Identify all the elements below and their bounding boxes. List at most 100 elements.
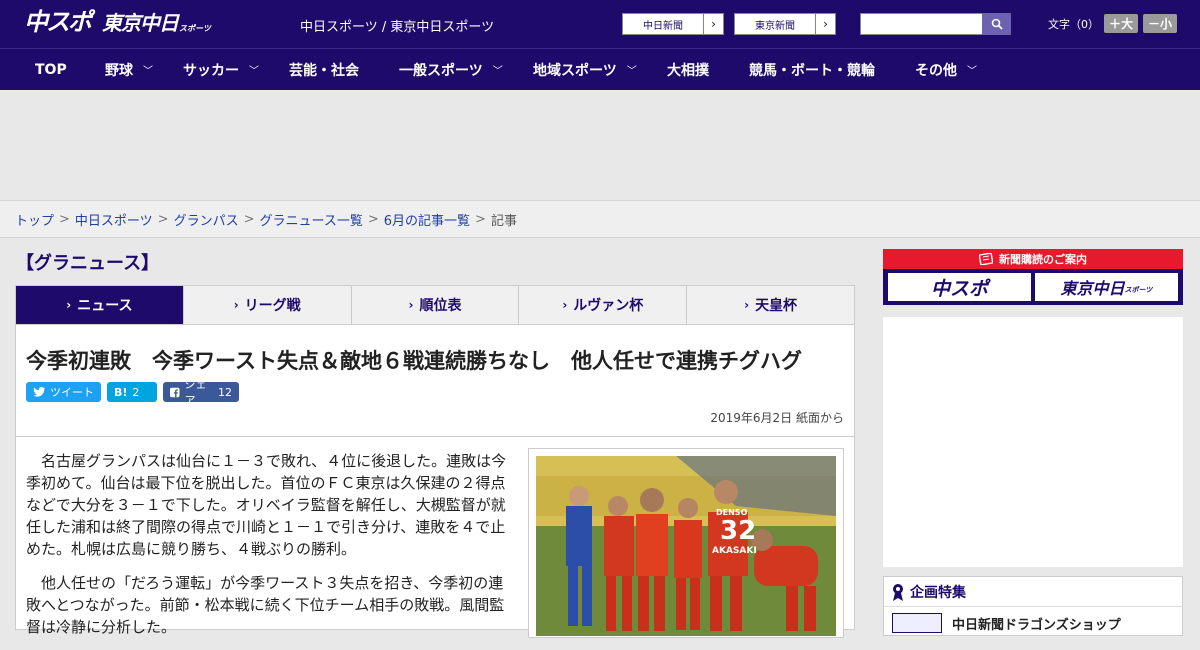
feature-thumbnail: [892, 613, 942, 633]
chevron-down-icon: ﹀: [492, 66, 503, 77]
font-size-label: 文字（0）: [1048, 17, 1099, 31]
twitter-icon: [33, 387, 45, 397]
subscribe-tokyo-small: スポーツ: [1124, 286, 1153, 294]
search-input[interactable]: [860, 13, 982, 35]
nav-racing[interactable]: 競馬・ボート・競輪: [749, 49, 875, 90]
subscription-header: 新聞購読のご案内: [883, 249, 1183, 269]
newspaper-icon: [979, 253, 993, 265]
search-button[interactable]: [982, 13, 1011, 35]
tab-label: ルヴァン杯: [573, 298, 644, 314]
nav-top[interactable]: TOP: [35, 49, 67, 90]
nav-label: 一般スポーツ: [399, 62, 483, 79]
ribbon-icon: [893, 583, 903, 601]
chevron-right-icon: ›: [233, 298, 239, 312]
sidebar: 新聞購読のご案内 中スポ 東京中日 スポーツ 企画特集 中日新聞ドラゴンズショップ: [883, 249, 1183, 636]
feature-box: 企画特集 中日新聞ドラゴンズショップ: [883, 576, 1183, 636]
share-label: シェア: [184, 378, 207, 407]
chunichi-shimbun-link[interactable]: 中日新聞 ›: [622, 13, 724, 35]
nav-sumo[interactable]: 大相撲: [667, 49, 709, 90]
hatena-icon: B!: [114, 385, 128, 399]
sidebar-ad-slot: [883, 317, 1183, 567]
nav-label: サッカー: [183, 62, 239, 79]
tab-label: リーグ戦: [244, 298, 301, 314]
font-size-down-button[interactable]: －小: [1143, 14, 1178, 33]
tab-league[interactable]: › リーグ戦: [184, 286, 352, 324]
photo-illustration: [536, 456, 836, 636]
tab-emperors-cup[interactable]: › 天皇杯: [687, 286, 854, 324]
breadcrumb: トップ > 中日スポーツ > グランパス > グラニュース一覧 > 6月の記事一覧 > 記…: [0, 200, 1200, 238]
site-logo[interactable]: 中スポ 東京中日 スポーツ: [24, 8, 211, 36]
nav-label: TOP: [35, 61, 67, 78]
search-box: [860, 13, 1011, 35]
logo-chuspo[interactable]: 中スポ: [24, 8, 92, 36]
nav-label: 芸能・社会: [289, 62, 359, 79]
nav-local-sports[interactable]: 地域スポーツ ﹀: [533, 49, 637, 90]
subscribe-chuspo-label: 中スポ: [930, 277, 988, 300]
article-body: 名古屋グランパスは仙台に１－３で敗れ、４位に後退した。連敗は今季初めて。仙台は最…: [26, 450, 511, 650]
breadcrumb-current: 記事: [490, 213, 517, 229]
chevron-right-icon: ›: [66, 298, 72, 312]
chevron-down-icon: ﹀: [967, 66, 977, 77]
chevron-right-icon: ›: [562, 298, 568, 312]
tweet-label: ツイート: [50, 386, 94, 399]
site-name: 中日スポーツ / 東京中日スポーツ: [300, 20, 495, 35]
photo-players: DENSO 32 AKASAKI: [536, 456, 836, 636]
chevron-down-icon: ﹀: [249, 66, 259, 77]
hatena-count: 2: [132, 385, 140, 399]
hatena-bookmark-button[interactable]: B! 2: [107, 382, 157, 402]
photo-jersey-number: 32: [720, 516, 757, 546]
nav-entertainment[interactable]: 芸能・社会: [289, 49, 359, 90]
tab-label: 天皇杯: [755, 298, 798, 314]
nav-soccer[interactable]: サッカー ﹀: [183, 49, 259, 90]
chevron-right-icon: ›: [815, 14, 835, 34]
breadcrumb-link[interactable]: 6月の記事一覧: [384, 210, 470, 229]
feature-header: 企画特集: [884, 577, 1182, 607]
nav-baseball[interactable]: 野球 ﹀: [105, 49, 153, 90]
subscribe-tokyo-label: 東京中日: [1060, 279, 1125, 298]
chevron-down-icon: ﹀: [143, 66, 153, 77]
breadcrumb-link[interactable]: グランパス: [174, 210, 239, 229]
section-title: 【グラニュース】: [16, 253, 160, 274]
nav-label: 野球: [105, 62, 133, 79]
chevron-right-icon: ›: [744, 298, 750, 312]
subscription-label: 新聞購読のご案内: [999, 253, 1087, 266]
tab-label: 順位表: [419, 298, 462, 314]
logo-tokyo-chunichi[interactable]: 東京中日: [102, 10, 179, 36]
article-date: 2019年6月2日 紙面から: [710, 411, 844, 425]
facebook-share-button[interactable]: シェア 12: [163, 378, 239, 407]
chevron-down-icon: ﹀: [626, 66, 637, 77]
nav-label: その他: [915, 62, 957, 79]
breadcrumb-link[interactable]: トップ: [15, 210, 54, 229]
main-nav: TOP 野球 ﹀ サッカー ﹀ 芸能・社会 一般スポーツ ﹀ 地域スポーツ ﹀ 大相撲 …: [0, 48, 1200, 90]
tokyo-shimbun-link[interactable]: 東京新聞 ›: [734, 13, 836, 35]
article: 今季初連敗 今季ワースト失点＆敵地６戦連続勝ちなし 他人任せで連携チグハグ ツイ…: [15, 325, 855, 638]
section-tabs: › ニュース › リーグ戦 › 順位表 › ルヴァン杯 › 天皇杯: [15, 285, 855, 325]
tab-standings[interactable]: › 順位表: [352, 286, 520, 324]
chunichi-shimbun-label: 中日新聞: [643, 20, 683, 32]
divider: [16, 436, 854, 437]
nav-label: 地域スポーツ: [533, 62, 617, 79]
breadcrumb-link[interactable]: グラニュース一覧: [260, 210, 363, 229]
font-size-up-button[interactable]: ＋大: [1104, 14, 1139, 33]
tab-levain-cup[interactable]: › ルヴァン杯: [519, 286, 688, 324]
logo-sports-small: スポーツ: [179, 24, 211, 33]
search-icon: [991, 18, 1003, 30]
nav-label: 競馬・ボート・競輪: [749, 62, 875, 79]
tweet-button[interactable]: ツイート: [26, 382, 101, 402]
nav-other[interactable]: その他 ﹀: [915, 49, 977, 90]
article-paragraph: 名古屋グランパスは仙台に１－３で敗れ、４位に後退した。連敗は今季初めて。仙台は最…: [26, 452, 507, 558]
nav-general-sports[interactable]: 一般スポーツ ﹀: [399, 49, 503, 90]
tab-news[interactable]: › ニュース: [16, 286, 184, 324]
feature-item[interactable]: 中日新聞ドラゴンズショップ: [884, 607, 1182, 639]
facebook-icon: [170, 387, 180, 397]
subscribe-chuspo-button[interactable]: 中スポ: [888, 273, 1031, 301]
subscription-banner[interactable]: 新聞購読のご案内 中スポ 東京中日 スポーツ: [883, 249, 1183, 305]
share-count: 12: [218, 385, 232, 399]
article-photo[interactable]: DENSO 32 AKASAKI: [528, 448, 844, 638]
nav-label: 大相撲: [667, 62, 709, 79]
breadcrumb-link[interactable]: 中日スポーツ: [75, 210, 153, 229]
subscribe-tokyo-chunichi-button[interactable]: 東京中日 スポーツ: [1035, 273, 1178, 301]
article-headline: 今季初連敗 今季ワースト失点＆敵地６戦連続勝ちなし 他人任せで連携チグハグ: [26, 349, 802, 373]
feature-title: 企画特集: [910, 584, 966, 601]
site-header: 中スポ 東京中日 スポーツ 中日スポーツ / 東京中日スポーツ 中日新聞 › 東…: [0, 0, 1200, 48]
